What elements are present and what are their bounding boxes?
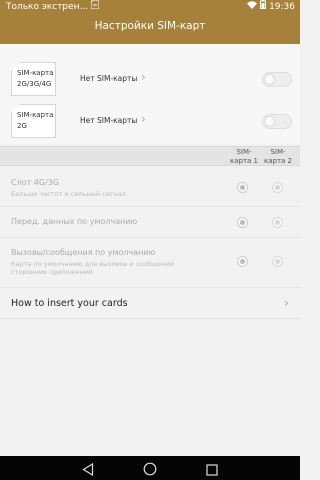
app-header: Только экстрен... 19:36 Настройки SIM-ка… xyxy=(0,0,300,44)
battery-icon xyxy=(260,0,267,14)
status-time: 19:36 xyxy=(269,2,295,12)
option-subtitle: Карта по умолчанию для вызовов и сообщен… xyxy=(11,260,174,276)
back-icon[interactable] xyxy=(82,461,94,480)
sim-row-1[interactable]: SIM-карта 1 2G/3G/4G Нет SIM-карты › xyxy=(0,62,300,98)
column-sim1: SIM- карта 1 xyxy=(228,148,260,166)
sim-name: SIM-карта 1 xyxy=(17,69,61,77)
option-title: Перед. данных по умолчанию xyxy=(11,217,138,226)
option-4g-slot: Слот 4G/3G Больше частот и сильный сигна… xyxy=(0,167,300,207)
sim-status: Нет SIM-карты xyxy=(80,116,138,125)
recents-icon[interactable] xyxy=(206,461,218,480)
radio-sim1[interactable] xyxy=(237,182,248,193)
chevron-right-icon: › xyxy=(141,112,146,126)
radio-sim1[interactable] xyxy=(237,217,248,228)
option-title: Вызовы/сообщения по умолчанию xyxy=(11,248,156,257)
sim-card-icon: SIM-карта 2 2G xyxy=(11,104,56,138)
carrier-text: Только экстрен... xyxy=(6,2,89,12)
sim-row-2[interactable]: SIM-карта 2 2G Нет SIM-карты › xyxy=(0,104,300,140)
sim-network: 2G xyxy=(17,122,27,130)
how-to-insert-label: How to insert your cards xyxy=(11,298,128,309)
sim-icon xyxy=(90,0,100,14)
option-title: Слот 4G/3G xyxy=(11,178,60,187)
page-title: Настройки SIM-карт xyxy=(94,20,206,32)
sim-card-icon: SIM-карта 1 2G/3G/4G xyxy=(11,62,56,96)
column-sim2-line1: SIM- xyxy=(270,148,286,156)
column-sim2: SIM- карта 2 xyxy=(262,148,294,166)
radio-sim2[interactable] xyxy=(272,182,283,193)
column-sim1-line2: карта 1 xyxy=(229,157,258,165)
option-default-data: Перед. данных по умолчанию xyxy=(0,207,300,238)
wifi-icon xyxy=(247,0,258,14)
option-default-calls: Вызовы/сообщения по умолчанию Карта по у… xyxy=(0,238,300,288)
radio-sim1[interactable] xyxy=(237,256,248,267)
sim-status: Нет SIM-карты xyxy=(80,74,138,83)
status-bar: Только экстрен... 19:36 xyxy=(0,0,300,14)
column-sim1-line1: SIM- xyxy=(236,148,252,156)
radio-sim2[interactable] xyxy=(272,217,283,228)
sim-column-header: SIM- карта 1 SIM- карта 2 xyxy=(0,146,300,166)
column-sim2-line2: карта 2 xyxy=(263,157,292,165)
navigation-bar xyxy=(0,456,300,480)
chevron-right-icon: › xyxy=(141,70,146,84)
home-icon[interactable] xyxy=(143,461,157,480)
toggle-knob xyxy=(264,116,275,127)
sim-toggle[interactable] xyxy=(262,114,292,129)
sim-toggle[interactable] xyxy=(262,72,292,87)
how-to-insert-row[interactable]: How to insert your cards › xyxy=(0,289,300,319)
option-subtitle: Больше частот и сильный сигнал xyxy=(11,190,126,198)
toggle-knob xyxy=(264,74,275,85)
chevron-right-icon: › xyxy=(284,296,289,310)
sim-cards-section: SIM-карта 1 2G/3G/4G Нет SIM-карты › SIM… xyxy=(0,44,300,144)
sim-network: 2G/3G/4G xyxy=(17,80,52,88)
sim-name: SIM-карта 2 xyxy=(17,111,61,119)
radio-sim2[interactable] xyxy=(272,256,283,267)
